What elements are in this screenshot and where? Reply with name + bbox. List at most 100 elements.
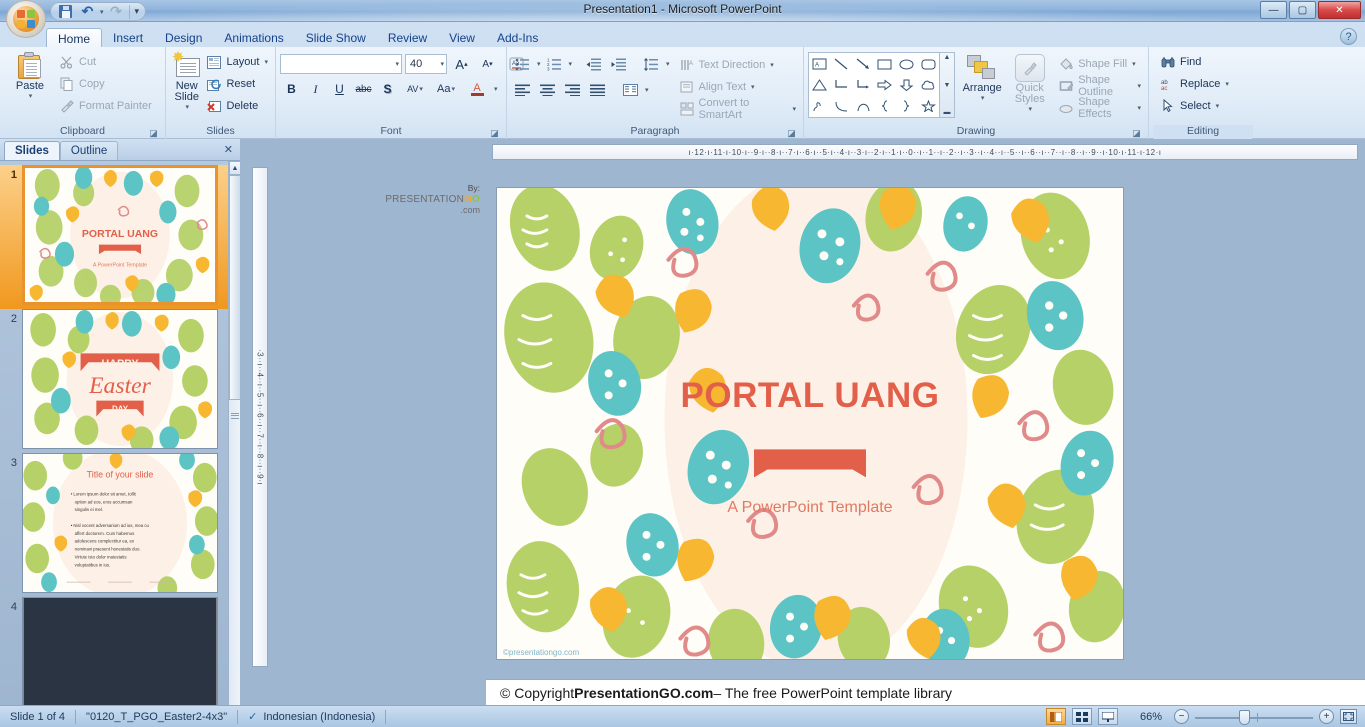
strikethrough-button[interactable]: abc [352, 78, 375, 100]
shrink-font-button[interactable]: A ▾ [476, 53, 499, 75]
zoom-level-label[interactable]: 66% [1134, 706, 1168, 727]
quick-styles-dropdown-icon[interactable]: ▾ [1028, 105, 1032, 113]
font-size-input[interactable]: 40 ▾ [405, 54, 447, 74]
justify-button[interactable] [586, 79, 609, 101]
shape-down-arrow-icon[interactable] [896, 74, 918, 95]
shape-arrow-icon[interactable] [852, 53, 874, 74]
columns-button[interactable] [619, 79, 642, 101]
minimize-button[interactable]: — [1260, 1, 1287, 19]
convert-to-smartart-button[interactable]: Convert to SmartArt ▾ [676, 97, 799, 121]
shape-cloud-icon[interactable] [917, 74, 939, 95]
italic-button[interactable]: I [304, 78, 327, 100]
slide-thumbnail-1[interactable]: 1 PORTAL UANG A PowerPoint Template [0, 165, 228, 309]
arrange-dropdown-icon[interactable]: ▾ [981, 94, 985, 102]
shape-effects-button[interactable]: Shape Effects ▾ [1055, 96, 1144, 120]
theme-name-status[interactable]: "0120_T_PGO_Easter2-4x3" [76, 706, 237, 727]
change-case-button[interactable]: Aa ▾ [431, 78, 461, 100]
tab-outline[interactable]: Outline [59, 141, 119, 160]
shape-curve-icon[interactable] [831, 96, 853, 117]
language-status[interactable]: ✓ Indonesian (Indonesia) [238, 706, 385, 727]
pane-splitter[interactable] [228, 161, 240, 705]
format-painter-button[interactable]: Format Painter [56, 95, 155, 117]
paste-button[interactable]: Paste ▾ [4, 50, 56, 100]
slide-thumbnail-2[interactable]: 2 HAPPY Easter DAY [0, 309, 228, 453]
font-dialog-launcher[interactable]: ◪ [489, 128, 500, 139]
tab-add-ins[interactable]: Add-Ins [486, 28, 549, 48]
slide-subtitle[interactable]: A PowerPoint Template [497, 499, 1123, 517]
reset-button[interactable]: Reset [203, 73, 271, 95]
undo-button[interactable]: ↶ [78, 3, 97, 20]
shape-line-icon[interactable] [831, 53, 853, 74]
slide-sorter-icon[interactable] [1071, 708, 1092, 725]
font-size-dropdown-icon[interactable]: ▾ [440, 60, 444, 68]
tab-insert[interactable]: Insert [102, 28, 154, 48]
tab-animations[interactable]: Animations [213, 28, 294, 48]
tab-design[interactable]: Design [154, 28, 213, 48]
close-button[interactable]: ✕ [1318, 1, 1361, 19]
grow-font-button[interactable]: A ▴ [450, 53, 473, 75]
tab-review[interactable]: Review [377, 28, 438, 48]
bullets-button[interactable] [511, 53, 534, 75]
quick-styles-button[interactable]: Quick Styles ▾ [1009, 52, 1050, 113]
normal-view-icon[interactable] [1045, 708, 1066, 725]
shapes-gallery-scrollbar[interactable]: ▲ ▼ ▬ [940, 52, 955, 118]
horizontal-ruler[interactable]: ı·12·ı·11·ı·10·ı··9·ı··8·ı··7·ı··6·ı··5·… [492, 144, 1358, 160]
replace-button[interactable]: ab ac Replace ▾ [1157, 73, 1232, 95]
align-left-button[interactable] [511, 79, 534, 101]
columns-dropdown-icon[interactable]: ▾ [645, 86, 649, 94]
zoom-slider-handle[interactable] [1239, 709, 1250, 725]
shape-textbox-icon[interactable]: A [809, 53, 831, 74]
new-slide-button[interactable]: ✸ New Slide ▾ [170, 50, 203, 111]
copy-button[interactable]: Copy [56, 73, 155, 95]
zoom-out-button[interactable]: − [1174, 709, 1189, 724]
numbering-button[interactable]: 123 [543, 53, 566, 75]
font-color-button[interactable]: A [462, 78, 492, 100]
maximize-button[interactable]: ▢ [1289, 1, 1316, 19]
layout-dropdown-icon[interactable]: ▾ [264, 58, 268, 66]
help-icon[interactable]: ? [1340, 28, 1357, 45]
delete-slide-button[interactable]: Delete [203, 95, 271, 117]
shape-elbow-connector-icon[interactable] [831, 74, 853, 95]
bold-button[interactable]: B [280, 78, 303, 100]
font-name-dropdown-icon[interactable]: ▾ [395, 60, 399, 68]
arrange-button[interactable]: Arrange ▾ [960, 52, 1004, 102]
shapes-scroll-down-icon[interactable]: ▼ [944, 82, 951, 89]
bullets-dropdown-icon[interactable]: ▾ [537, 60, 541, 68]
vertical-ruler[interactable]: ·3··ı··4··ı··5··ı··6··ı··7··ı··8··ı··9·ı [252, 167, 268, 667]
numbering-dropdown-icon[interactable]: ▾ [569, 60, 573, 68]
shape-right-arrow-icon[interactable] [874, 74, 896, 95]
slide-title[interactable]: PORTAL UANG [497, 376, 1123, 416]
undo-dropdown-icon[interactable]: ▾ [100, 8, 104, 16]
shape-oval-icon[interactable] [896, 53, 918, 74]
layout-button[interactable]: Layout ▾ [203, 51, 271, 73]
shapes-more-icon[interactable]: ▬ [944, 109, 951, 116]
line-spacing-button[interactable] [640, 53, 663, 75]
text-shadow-button[interactable]: S [376, 78, 399, 100]
slide-thumbnail-4[interactable]: 4 Designed with ♥ by [0, 597, 228, 705]
drawing-dialog-launcher[interactable]: ◪ [1131, 128, 1142, 139]
save-button[interactable] [56, 3, 75, 20]
paste-dropdown-icon[interactable]: ▾ [29, 92, 33, 100]
cut-button[interactable]: Cut [56, 51, 155, 73]
find-button[interactable]: Find [1157, 51, 1232, 73]
shape-triangle-icon[interactable] [809, 74, 831, 95]
tab-slides[interactable]: Slides [4, 141, 60, 160]
shape-scribble-icon[interactable] [809, 96, 831, 117]
underline-button[interactable]: U [328, 78, 351, 100]
zoom-in-button[interactable]: + [1319, 709, 1334, 724]
clipboard-dialog-launcher[interactable]: ◪ [148, 128, 159, 139]
shape-star-icon[interactable] [917, 96, 939, 117]
slide-thumbnail-3[interactable]: 3 Title of your slide • Lorem ipsum dolo… [0, 453, 228, 597]
shapes-scroll-up-icon[interactable]: ▲ [944, 54, 951, 61]
zoom-slider[interactable] [1195, 709, 1313, 725]
slide-canvas[interactable]: PORTAL UANG A PowerPoint Template ©prese… [496, 187, 1124, 660]
select-button[interactable]: Select ▾ [1157, 95, 1232, 117]
shape-rounded-rect-icon[interactable] [917, 53, 939, 74]
slide-count-status[interactable]: Slide 1 of 4 [0, 706, 75, 727]
tab-slide-show[interactable]: Slide Show [295, 28, 377, 48]
shape-arc-icon[interactable] [852, 96, 874, 117]
shape-elbow-arrow-icon[interactable] [852, 74, 874, 95]
align-text-button[interactable]: Align Text ▾ [676, 76, 799, 98]
increase-indent-button[interactable] [607, 53, 630, 75]
text-direction-button[interactable]: A Text Direction ▾ [676, 54, 799, 76]
